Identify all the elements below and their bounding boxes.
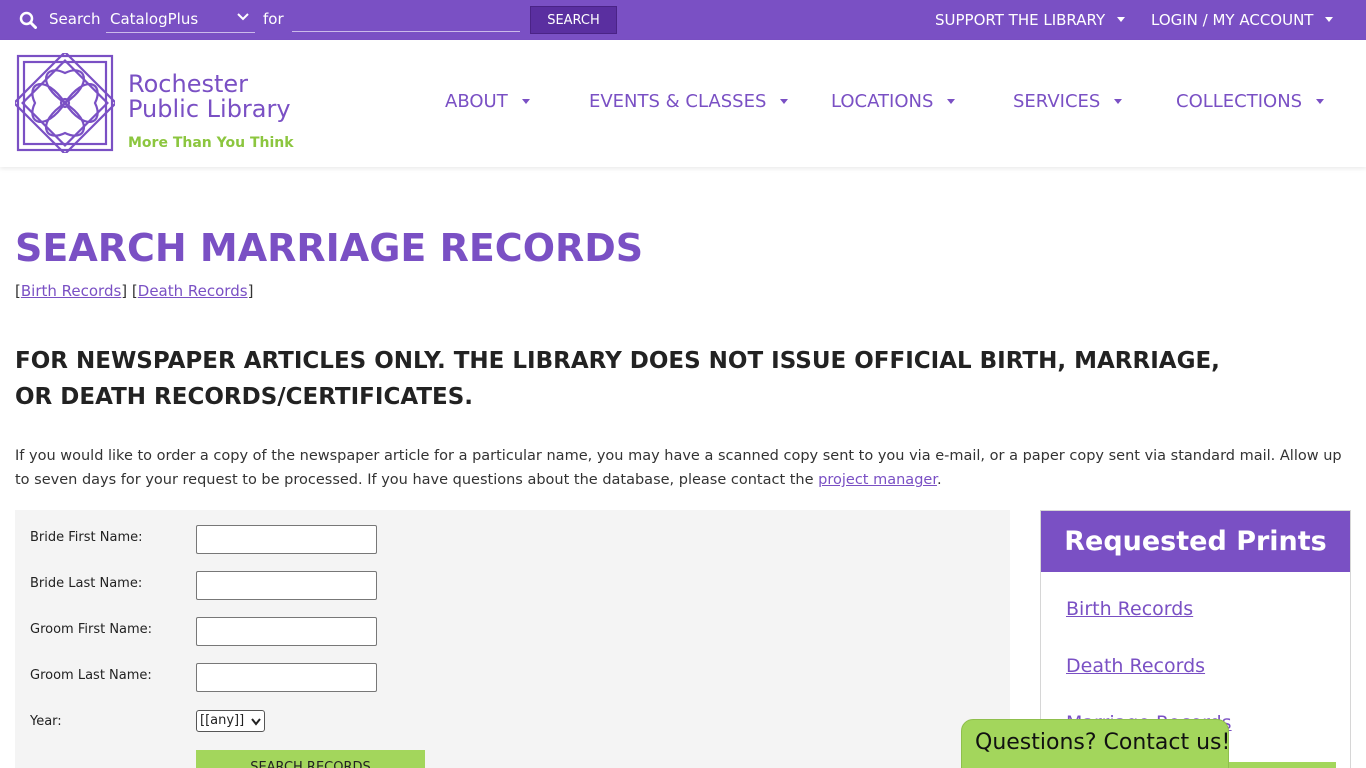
login-account-link[interactable]: LOGIN / MY ACCOUNT [1151, 11, 1334, 29]
top-utility-bar: Search CatalogPlus for SEARCH SUPPORT TH… [0, 0, 1366, 40]
library-name-line1: Rochester [128, 70, 248, 98]
library-name-line2: Public Library [128, 95, 291, 123]
nav-about[interactable]: ABOUT [445, 91, 530, 112]
caret-down-icon [780, 99, 789, 104]
marriage-search-form: Bride First Name: Bride Last Name: Groom… [15, 510, 1010, 768]
caret-down-icon [1316, 99, 1325, 104]
caret-down-icon [1117, 17, 1126, 22]
login-account-label: LOGIN / MY ACCOUNT [1151, 11, 1314, 29]
catalog-select-value: CatalogPlus [110, 10, 199, 28]
groom-last-label: Groom Last Name: [30, 668, 152, 683]
search-button[interactable]: SEARCH [530, 6, 617, 34]
records-notice: FOR NEWSPAPER ARTICLES ONLY. THE LIBRARY… [15, 348, 1220, 410]
chevron-down-icon [237, 13, 249, 21]
intro-paragraph: If you would like to order a copy of the… [15, 444, 1355, 492]
nav-collections[interactable]: COLLECTIONS [1176, 91, 1325, 112]
nav-about-label: ABOUT [445, 91, 508, 112]
intro-text: If you would like to order a copy of the… [15, 448, 1342, 488]
search-input[interactable] [292, 8, 520, 32]
caret-down-icon [1114, 99, 1123, 104]
contact-chat-button[interactable]: Questions? Contact us! [961, 719, 1230, 768]
nav-events-label: EVENTS & CLASSES [589, 91, 767, 112]
search-label: Search [49, 10, 101, 28]
caret-down-icon [1325, 17, 1334, 22]
page-title: SEARCH MARRIAGE RECORDS [15, 226, 644, 270]
nav-services-label: SERVICES [1013, 91, 1101, 112]
nav-locations-label: LOCATIONS [831, 91, 934, 112]
caret-down-icon [947, 99, 956, 104]
nav-services[interactable]: SERVICES [1013, 91, 1123, 112]
birth-records-link[interactable]: Birth Records [21, 282, 121, 300]
sidebar-birth-records-link[interactable]: Birth Records [1066, 598, 1193, 620]
groom-last-name-input[interactable] [196, 663, 377, 692]
record-type-links: [Birth Records] [Death Records] [15, 282, 254, 300]
bride-first-label: Bride First Name: [30, 530, 143, 545]
search-icon [19, 11, 37, 29]
support-library-label: SUPPORT THE LIBRARY [935, 11, 1106, 29]
groom-first-label: Groom First Name: [30, 622, 153, 637]
nav-events-classes[interactable]: EVENTS & CLASSES [589, 91, 789, 112]
death-records-link[interactable]: Death Records [138, 282, 248, 300]
project-manager-link[interactable]: project manager [818, 472, 937, 488]
bride-last-name-input[interactable] [196, 571, 377, 600]
intro-end: . [936, 472, 942, 488]
groom-first-name-input[interactable] [196, 617, 377, 646]
library-name[interactable]: Rochester Public Library [128, 72, 291, 122]
sidebar-title: Requested Prints [1041, 511, 1350, 572]
year-select-value: [[any]] [200, 713, 245, 728]
catalog-select[interactable]: CatalogPlus [106, 7, 255, 33]
caret-down-icon [521, 99, 530, 104]
library-logo-icon[interactable] [15, 53, 115, 153]
library-tagline: More Than You Think [128, 135, 294, 151]
bride-first-name-input[interactable] [196, 525, 377, 554]
for-label: for [263, 10, 284, 28]
nav-collections-label: COLLECTIONS [1176, 91, 1303, 112]
chevron-down-icon [251, 718, 261, 726]
bride-last-label: Bride Last Name: [30, 576, 143, 591]
search-records-button[interactable]: SEARCH RECORDS [196, 750, 425, 768]
sidebar-death-records-link[interactable]: Death Records [1066, 655, 1205, 677]
year-select[interactable]: [[any]] [196, 710, 265, 732]
site-header: Rochester Public Library More Than You T… [0, 40, 1366, 167]
nav-locations[interactable]: LOCATIONS [831, 91, 956, 112]
year-label: Year: [30, 714, 62, 729]
support-library-link[interactable]: SUPPORT THE LIBRARY [935, 11, 1126, 29]
